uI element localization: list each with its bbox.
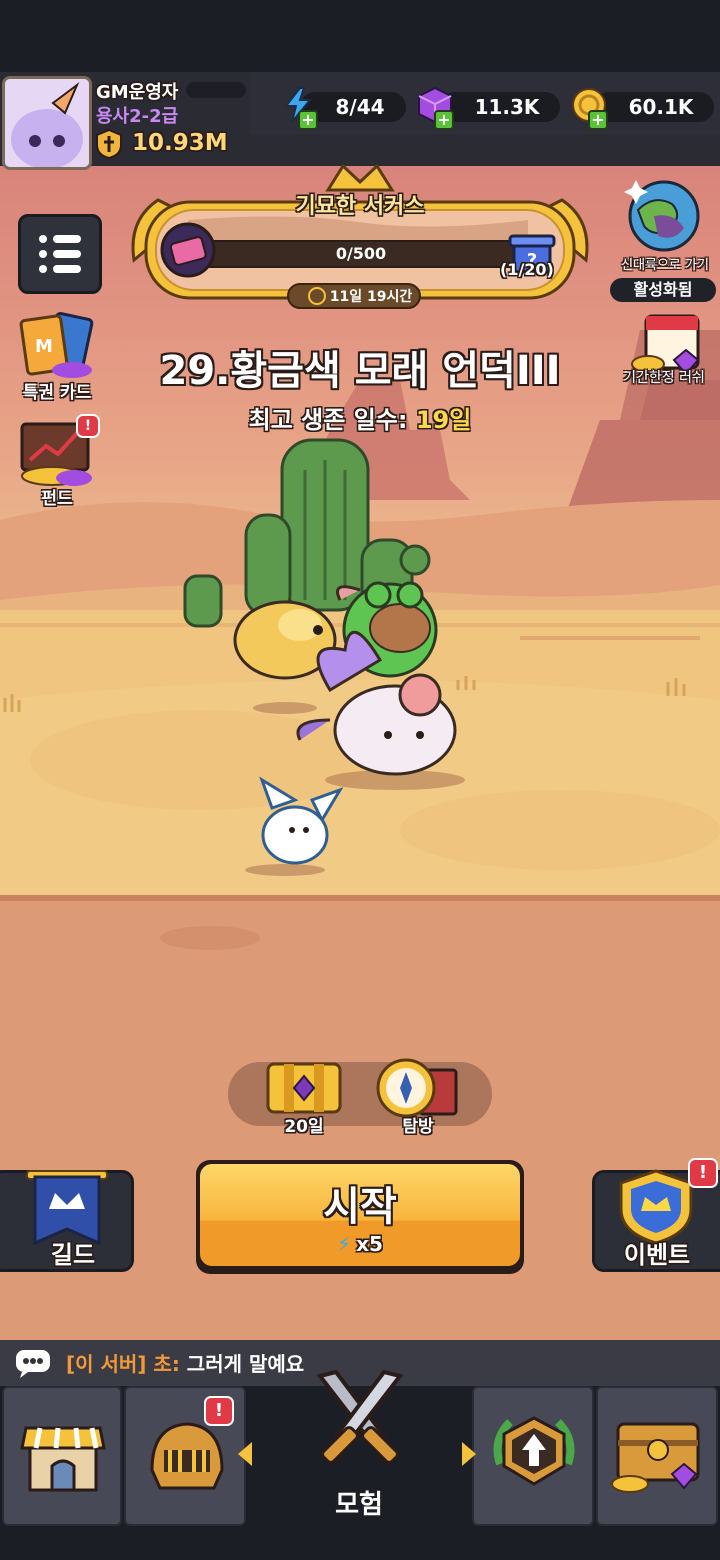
nav-equipment[interactable]: ! — [124, 1386, 252, 1526]
best-survival: 최고 생존 일수: 19일 — [0, 400, 720, 435]
chest-progress-button[interactable]: 20일 — [262, 1050, 346, 1137]
nav-shop[interactable] — [2, 1386, 122, 1526]
start-button[interactable]: 시작 ⚡ x5 — [196, 1160, 524, 1274]
crossed-swords-icon — [316, 1369, 404, 1464]
guild-button[interactable]: 길드 — [0, 1170, 134, 1272]
level-up-icon — [493, 1416, 575, 1486]
event-banner[interactable]: 기묘한 서커스 0/500 ? (1/20) 11일 19시간 — [128, 160, 592, 310]
shop-icon — [20, 1426, 106, 1492]
event-label: 이벤트 — [623, 1241, 691, 1269]
ticket-icon — [160, 222, 216, 278]
player-name-bg — [186, 82, 246, 98]
event-timer: 11일 19시간 — [300, 284, 420, 308]
guild-label: 길드 — [50, 1241, 96, 1269]
energy-value: 8/44 — [335, 95, 385, 119]
power-shield-icon — [96, 128, 122, 160]
activated-label: 활성화됨 — [633, 280, 693, 299]
reward-count: (1/20) — [500, 260, 554, 279]
activated-badge: 활성화됨 — [610, 278, 716, 302]
event-progress-bar: 0/500 — [204, 240, 518, 268]
coin-add-button[interactable]: + — [588, 110, 608, 130]
power-badge: 10.93M — [94, 128, 244, 160]
fund-label: 펀드 — [41, 489, 73, 509]
gem-pill[interactable]: 11.3K — [440, 92, 560, 122]
explore-button[interactable]: 탐방 — [372, 1050, 464, 1137]
new-continent-button[interactable]: 신대륙으로 가기 — [612, 176, 718, 276]
event-progress-text: 0/500 — [335, 244, 387, 263]
gem-add-button[interactable]: + — [434, 110, 454, 130]
chat-channel: [이 서버] — [66, 1352, 147, 1376]
nav-upgrade[interactable] — [462, 1386, 594, 1526]
best-survival-label: 최고 생존 일수: — [248, 406, 416, 434]
coin-pill[interactable]: 60.1K — [594, 92, 714, 122]
hamburger-icon — [39, 235, 81, 273]
nav-adventure[interactable]: 모험 — [248, 1366, 470, 1526]
treasure-chest-icon — [266, 1062, 342, 1114]
status-bar-area — [0, 0, 720, 72]
globe-icon — [624, 180, 700, 252]
chevron-right-icon — [462, 1442, 476, 1466]
start-cost: ⚡ x5 — [196, 1232, 524, 1256]
chat-bubble-icon — [16, 1350, 50, 1378]
event-timer-text: 11일 19시간 — [329, 289, 413, 305]
player-name: GM운영자 — [96, 82, 179, 103]
start-label: 시작 — [323, 1184, 397, 1230]
stage-title: 29.황금색 모래 언덕III — [159, 348, 561, 394]
cost-bolt-icon: ⚡ — [337, 1232, 352, 1256]
event-title: 기묘한 서커스 — [295, 194, 425, 219]
power-value: 10.93M — [132, 130, 228, 156]
compass-map-icon — [376, 1058, 458, 1118]
best-survival-days: 19일 — [415, 406, 472, 434]
menu-button[interactable] — [18, 214, 102, 294]
unicorn-avatar-icon — [5, 79, 89, 167]
explore-label: 탐방 — [402, 1117, 434, 1137]
event-alert-badge: ! — [688, 1158, 718, 1188]
gem-value: 11.3K — [474, 95, 540, 119]
energy-add-button[interactable]: + — [298, 110, 318, 130]
treasure-vault-icon — [611, 1422, 700, 1493]
nav-treasure[interactable] — [596, 1386, 718, 1526]
equipment-alert-badge: ! — [204, 1396, 234, 1426]
player-rank: 용사2-2급 — [96, 106, 179, 127]
coin-value: 60.1K — [628, 95, 694, 119]
nav-adventure-label: 모험 — [335, 1490, 383, 1520]
chat-speaker: 초: — [153, 1352, 180, 1376]
new-continent-label: 신대륙으로 가기 — [621, 258, 709, 273]
clock-icon — [307, 287, 326, 305]
avatar[interactable] — [2, 76, 92, 170]
chest-progress-label: 20일 — [284, 1117, 324, 1137]
start-cost-value: x5 — [356, 1232, 383, 1256]
